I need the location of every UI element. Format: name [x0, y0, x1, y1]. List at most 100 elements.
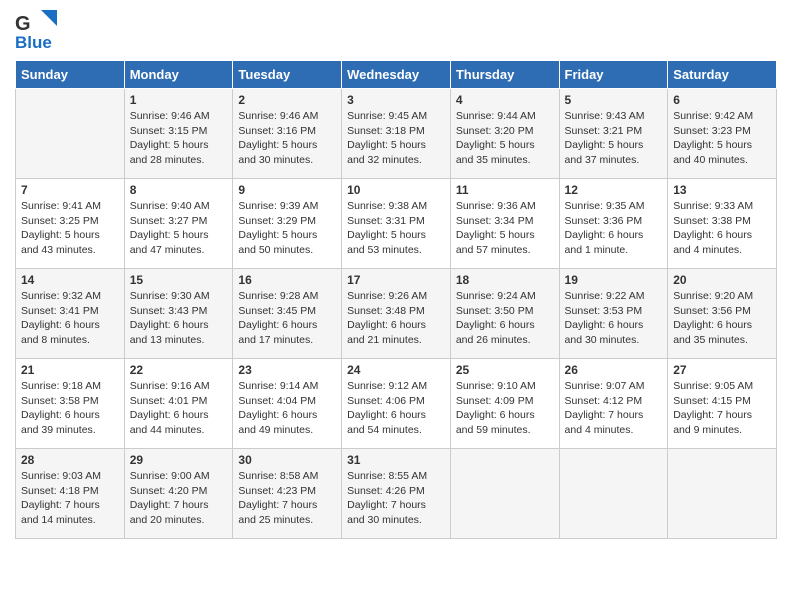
day-info: Sunrise: 9:33 AMSunset: 3:38 PMDaylight:… — [673, 199, 771, 258]
day-info: Sunrise: 9:24 AMSunset: 3:50 PMDaylight:… — [456, 289, 554, 348]
sunrise-text: Sunrise: 8:58 AM — [238, 470, 318, 482]
calendar-cell: 5 Sunrise: 9:43 AM Sunset: 3:21 PM Daylight… — [559, 89, 668, 179]
calendar-cell: 27 Sunrise: 9:05 AMSunset: 4:15 PMDayligh… — [668, 359, 777, 449]
calendar-cell: 8Sunrise: 9:40 AMSunset: 3:27 PMDaylight… — [124, 179, 233, 269]
calendar-cell: 15Sunrise: 9:30 AMSunset: 3:43 PMDayligh… — [124, 269, 233, 359]
calendar-week-row: 28Sunrise: 9:03 AMSunset: 4:18 PMDayligh… — [16, 449, 777, 539]
day-number: 2 — [238, 93, 336, 107]
day-info: Sunrise: 9:42 AMSunset: 3:23 PMDaylight:… — [673, 109, 771, 168]
calendar-cell — [16, 89, 125, 179]
day-info: Sunrise: 9:18 AMSunset: 3:58 PMDaylight:… — [21, 379, 119, 438]
day-number: 27 — [673, 363, 771, 377]
sunrise-text: Sunrise: 9:10 AM — [456, 380, 536, 392]
sunset-text: Sunset: 3:21 PM — [565, 125, 643, 137]
daylight-text: Daylight: 6 hours and 26 minutes. — [456, 319, 535, 346]
day-info: Sunrise: 9:30 AMSunset: 3:43 PMDaylight:… — [130, 289, 228, 348]
day-number: 4 — [456, 93, 554, 107]
day-info: Sunrise: 9:35 AMSunset: 3:36 PMDaylight:… — [565, 199, 663, 258]
calendar-cell: 12 Sunrise: 9:35 AMSunset: 3:36 PMDayligh… — [559, 179, 668, 269]
daylight-text: Daylight: 7 hours and 25 minutes. — [238, 499, 317, 526]
sunrise-text: Sunrise: 9:36 AM — [456, 200, 536, 212]
sunrise-text: Sunrise: 9:07 AM — [565, 380, 645, 392]
calendar-cell — [668, 449, 777, 539]
sunrise-text: Sunrise: 9:26 AM — [347, 290, 427, 302]
sunrise-text: Sunrise: 9:14 AM — [238, 380, 318, 392]
day-info: Sunrise: 9:32 AMSunset: 3:41 PMDaylight:… — [21, 289, 119, 348]
sunrise-text: Sunrise: 9:03 AM — [21, 470, 101, 482]
calendar-week-row: 14Sunrise: 9:32 AMSunset: 3:41 PMDayligh… — [16, 269, 777, 359]
day-info: Sunrise: 9:12 AMSunset: 4:06 PMDaylight:… — [347, 379, 445, 438]
sunset-text: Sunset: 3:36 PM — [565, 215, 643, 227]
daylight-text: Daylight: 5 hours and 37 minutes. — [565, 139, 644, 166]
day-number: 12 — [565, 183, 663, 197]
sunset-text: Sunset: 4:23 PM — [238, 485, 316, 497]
sunset-text: Sunset: 3:18 PM — [347, 125, 425, 137]
sunset-text: Sunset: 3:20 PM — [456, 125, 534, 137]
calendar-cell: 6 Sunrise: 9:42 AMSunset: 3:23 PMDaylight… — [668, 89, 777, 179]
header-friday: Friday — [559, 61, 668, 89]
day-number: 23 — [238, 363, 336, 377]
sunset-text: Sunset: 3:48 PM — [347, 305, 425, 317]
calendar-cell — [450, 449, 559, 539]
sunrise-text: Sunrise: 9:22 AM — [565, 290, 645, 302]
daylight-text: Daylight: 6 hours and 8 minutes. — [21, 319, 100, 346]
daylight-text: Daylight: 6 hours and 35 minutes. — [673, 319, 752, 346]
day-number: 3 — [347, 93, 445, 107]
calendar-header-row: SundayMondayTuesdayWednesdayThursdayFrid… — [16, 61, 777, 89]
sunset-text: Sunset: 4:12 PM — [565, 395, 643, 407]
sunset-text: Sunset: 4:18 PM — [21, 485, 99, 497]
day-info: Sunrise: 9:00 AMSunset: 4:20 PMDaylight:… — [130, 469, 228, 528]
day-info: Sunrise: 9:41 AMSunset: 3:25 PMDaylight:… — [21, 199, 119, 258]
sunset-text: Sunset: 4:09 PM — [456, 395, 534, 407]
daylight-text: Daylight: 5 hours and 53 minutes. — [347, 229, 426, 256]
sunset-text: Sunset: 4:15 PM — [673, 395, 751, 407]
day-number: 5 — [565, 93, 663, 107]
calendar-cell: 4Sunrise: 9:44 AMSunset: 3:20 PMDaylight… — [450, 89, 559, 179]
sunset-text: Sunset: 3:15 PM — [130, 125, 208, 137]
sunrise-text: Sunrise: 9:16 AM — [130, 380, 210, 392]
day-number: 6 — [673, 93, 771, 107]
calendar-cell: 14Sunrise: 9:32 AMSunset: 3:41 PMDayligh… — [16, 269, 125, 359]
svg-text:Blue: Blue — [15, 33, 52, 52]
day-info: Sunrise: 9:28 AMSunset: 3:45 PMDaylight:… — [238, 289, 336, 348]
calendar-cell: 13Sunrise: 9:33 AMSunset: 3:38 PMDayligh… — [668, 179, 777, 269]
sunset-text: Sunset: 3:38 PM — [673, 215, 751, 227]
calendar-cell: 29Sunrise: 9:00 AMSunset: 4:20 PMDayligh… — [124, 449, 233, 539]
daylight-text: Daylight: 5 hours and 57 minutes. — [456, 229, 535, 256]
day-number: 1 — [130, 93, 228, 107]
sunrise-text: Sunrise: 9:45 AM — [347, 110, 427, 122]
sunset-text: Sunset: 4:04 PM — [238, 395, 316, 407]
day-info: Sunrise: 9:14 AMSunset: 4:04 PMDaylight:… — [238, 379, 336, 438]
logo: G Blue — [15, 10, 65, 52]
day-number: 31 — [347, 453, 445, 467]
sunset-text: Sunset: 3:34 PM — [456, 215, 534, 227]
calendar-cell: 21Sunrise: 9:18 AMSunset: 3:58 PMDayligh… — [16, 359, 125, 449]
calendar-cell: 9Sunrise: 9:39 AMSunset: 3:29 PMDaylight… — [233, 179, 342, 269]
daylight-text: Daylight: 5 hours and 35 minutes. — [456, 139, 535, 166]
day-info: Sunrise: 9:07 AMSunset: 4:12 PMDaylight:… — [565, 379, 663, 438]
sunrise-text: Sunrise: 9:43 AM — [565, 110, 645, 122]
day-number: 30 — [238, 453, 336, 467]
day-number: 11 — [456, 183, 554, 197]
sunset-text: Sunset: 4:20 PM — [130, 485, 208, 497]
day-info: Sunrise: 9:05 AMSunset: 4:15 PMDaylight:… — [673, 379, 771, 438]
daylight-text: Daylight: 7 hours and 14 minutes. — [21, 499, 100, 526]
sunset-text: Sunset: 3:45 PM — [238, 305, 316, 317]
daylight-text: Daylight: 6 hours and 21 minutes. — [347, 319, 426, 346]
calendar-cell: 20Sunrise: 9:20 AMSunset: 3:56 PMDayligh… — [668, 269, 777, 359]
sunset-text: Sunset: 3:41 PM — [21, 305, 99, 317]
header-thursday: Thursday — [450, 61, 559, 89]
day-number: 8 — [130, 183, 228, 197]
calendar-cell: 24Sunrise: 9:12 AMSunset: 4:06 PMDayligh… — [342, 359, 451, 449]
calendar-cell: 7Sunrise: 9:41 AMSunset: 3:25 PMDaylight… — [16, 179, 125, 269]
calendar-week-row: 21Sunrise: 9:18 AMSunset: 3:58 PMDayligh… — [16, 359, 777, 449]
calendar-cell — [559, 449, 668, 539]
daylight-text: Daylight: 5 hours and 28 minutes. — [130, 139, 209, 166]
sunrise-text: Sunrise: 9:40 AM — [130, 200, 210, 212]
daylight-text: Daylight: 5 hours and 32 minutes. — [347, 139, 426, 166]
sunrise-text: Sunrise: 9:20 AM — [673, 290, 753, 302]
sunset-text: Sunset: 3:29 PM — [238, 215, 316, 227]
calendar-cell: 23Sunrise: 9:14 AMSunset: 4:04 PMDayligh… — [233, 359, 342, 449]
calendar-cell: 3 Sunrise: 9:45 AM Sunset: 3:18 PM Daylight… — [342, 89, 451, 179]
calendar-cell: 16Sunrise: 9:28 AMSunset: 3:45 PMDayligh… — [233, 269, 342, 359]
